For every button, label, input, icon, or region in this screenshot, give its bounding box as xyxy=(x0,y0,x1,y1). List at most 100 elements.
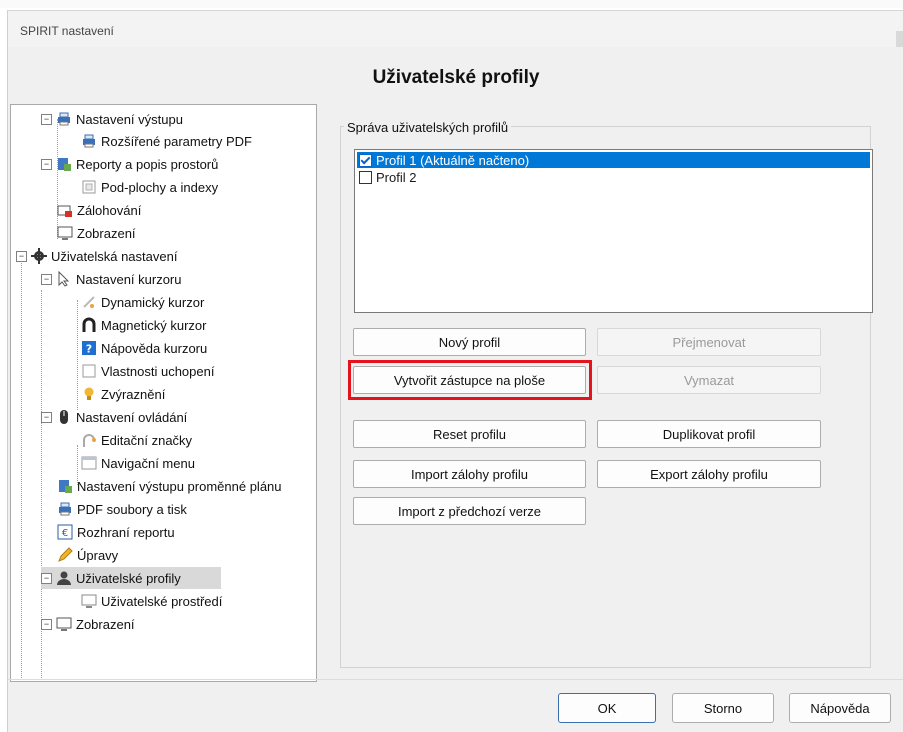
dynamic-cursor-icon xyxy=(83,296,95,308)
tree-item-user-environment[interactable]: Uživatelské prostředí xyxy=(81,590,222,612)
tree-label: Uživatelské profily xyxy=(76,570,181,586)
subarea-icon xyxy=(82,180,96,194)
svg-text:?: ? xyxy=(86,343,92,356)
tree-item-plan-variable-output[interactable]: Nastavení výstupu proměnné plánu xyxy=(57,475,282,497)
printer-icon xyxy=(58,112,70,126)
collapse-toggle-icon[interactable]: − xyxy=(41,411,52,423)
tree-label: Uživatelská nastavení xyxy=(51,248,178,264)
tree-item-reports[interactable]: − Reporty a popis prostorů xyxy=(41,153,218,175)
tree-item-user-settings[interactable]: − Uživatelská nastavení xyxy=(16,245,177,267)
mouse-icon xyxy=(60,410,68,424)
profile-checkbox[interactable] xyxy=(359,153,372,167)
tree-label: Zobrazení xyxy=(76,616,135,632)
tree-item-edits[interactable]: Úpravy xyxy=(57,544,118,566)
tree-item-magnetic-cursor[interactable]: Magnetický kurzor xyxy=(81,314,206,336)
profile-list-item[interactable]: Profil 1 (Aktuálně načteno) xyxy=(357,152,870,168)
duplicate-profile-button[interactable]: Duplikovat profil xyxy=(597,420,821,448)
footer-separator xyxy=(8,679,903,680)
monitor-icon xyxy=(56,617,72,631)
collapse-toggle-icon[interactable]: − xyxy=(41,158,52,170)
tree-item-display-2[interactable]: − Zobrazení xyxy=(41,613,135,635)
tree-label: Nastavení výstupu xyxy=(76,111,183,127)
printer-icon xyxy=(59,502,71,516)
tree-item-pdf-print[interactable]: PDF soubory a tisk xyxy=(57,498,187,520)
profile-management-panel: Správa uživatelských profilů Profil 1 (A… xyxy=(321,104,887,680)
import-previous-version-button[interactable]: Import z předchozí verze xyxy=(353,497,586,525)
tree-item-highlighting[interactable]: Zvýraznění xyxy=(81,383,165,405)
tree-item-pdf-params[interactable]: Rozšířené parametry PDF xyxy=(81,130,252,152)
ok-button[interactable]: OK xyxy=(558,693,656,723)
tree-item-snap-properties[interactable]: Vlastnosti uchopení xyxy=(81,360,214,382)
settings-tree[interactable]: − Nastavení výstupu Rozšířené parametry … xyxy=(10,104,317,682)
tree-item-dynamic-cursor[interactable]: Dynamický kurzor xyxy=(81,291,204,313)
tree-item-navigation-menu[interactable]: Navigační menu xyxy=(81,452,195,474)
tree-label: Magnetický kurzor xyxy=(101,317,207,333)
tree-item-user-profiles[interactable]: − Uživatelské profily xyxy=(41,567,221,589)
help-icon: ? xyxy=(82,341,96,356)
collapse-toggle-icon[interactable]: − xyxy=(41,113,52,125)
tree-label: Nastavení výstupu proměnné plánu xyxy=(77,478,282,494)
close-button-edge[interactable] xyxy=(896,31,903,47)
report-icon xyxy=(59,480,72,493)
group-title: Správa uživatelských profilů xyxy=(344,120,512,135)
printer-icon xyxy=(83,134,95,148)
collapse-toggle-icon[interactable]: − xyxy=(41,273,52,285)
tree-label: Pod-plochy a indexy xyxy=(101,179,219,195)
page-title: Uživatelské profily xyxy=(372,67,540,88)
gear-icon xyxy=(31,248,47,264)
profile-checkbox[interactable] xyxy=(359,170,372,184)
tree-label: Dynamický kurzor xyxy=(101,294,205,310)
import-backup-button[interactable]: Import zálohy profilu xyxy=(353,460,586,488)
profile-list-item[interactable]: Profil 2 xyxy=(357,169,870,185)
tree-label: Vlastnosti uchopení xyxy=(101,363,215,379)
tree-label: Zálohování xyxy=(77,202,142,218)
tree-label: Editační značky xyxy=(101,432,193,448)
collapse-toggle-icon[interactable]: − xyxy=(16,250,27,262)
new-profile-button[interactable]: Nový profil xyxy=(353,328,586,356)
tree-item-control-settings[interactable]: − Nastavení ovládání xyxy=(41,406,187,428)
tree-item-backup[interactable]: Zálohování xyxy=(57,199,141,221)
tree-item-cursor-settings[interactable]: − Nastavení kurzoru xyxy=(41,268,182,290)
backup-icon xyxy=(57,205,72,217)
tree-item-output-settings[interactable]: − Nastavení výstupu xyxy=(41,108,183,130)
tree-item-display[interactable]: Zobrazení xyxy=(57,222,136,244)
cancel-button[interactable]: Storno xyxy=(672,693,774,723)
tree-label: Úpravy xyxy=(77,547,119,563)
title-bar: SPIRIT nastavení xyxy=(8,11,903,47)
svg-text:€: € xyxy=(62,528,68,539)
monitor-icon xyxy=(57,226,73,240)
tree-item-edit-marks[interactable]: Editační značky xyxy=(81,429,192,451)
delete-button[interactable]: Vymazat xyxy=(597,366,821,394)
settings-dialog: SPIRIT nastavení Uživatelské profily − N… xyxy=(7,10,903,732)
reset-profile-button[interactable]: Reset profilu xyxy=(353,420,586,448)
tree-label: Rozhraní reportu xyxy=(77,524,175,540)
environment-icon xyxy=(81,594,97,608)
profile-label: Profil 2 xyxy=(376,169,417,185)
report-icon xyxy=(58,158,71,171)
cursor-icon xyxy=(58,271,70,287)
user-icon xyxy=(57,571,71,585)
bulb-icon xyxy=(84,387,94,400)
snap-icon xyxy=(82,364,96,378)
background-strip xyxy=(0,0,903,8)
help-button[interactable]: Nápověda xyxy=(789,693,891,723)
tree-label: Zobrazení xyxy=(77,225,136,241)
tree-label: Navigační menu xyxy=(101,455,195,471)
tree-label: Uživatelské prostředí xyxy=(101,593,223,609)
tree-item-report-interface[interactable]: € Rozhraní reportu xyxy=(57,521,175,543)
tree-item-subareas[interactable]: Pod-plochy a indexy xyxy=(81,176,218,198)
magnet-icon xyxy=(82,317,96,332)
window-title: SPIRIT nastavení xyxy=(20,24,114,38)
profile-label: Profil 1 (Aktuálně načteno) xyxy=(376,152,530,168)
collapse-toggle-icon[interactable]: − xyxy=(41,618,52,630)
collapse-toggle-icon[interactable]: − xyxy=(41,572,52,584)
profile-list[interactable]: Profil 1 (Aktuálně načteno) Profil 2 xyxy=(354,149,873,313)
tree-item-cursor-help[interactable]: ? Nápověda kurzoru xyxy=(81,337,207,359)
highlight-box xyxy=(348,360,592,400)
tree-label: Nápověda kurzoru xyxy=(101,340,208,356)
export-backup-button[interactable]: Export zálohy profilu xyxy=(597,460,821,488)
tree-label: Reporty a popis prostorů xyxy=(76,156,219,172)
tree-label: PDF soubory a tisk xyxy=(77,501,187,517)
edit-mark-icon xyxy=(83,434,96,447)
rename-button[interactable]: Přejmenovat xyxy=(597,328,821,356)
